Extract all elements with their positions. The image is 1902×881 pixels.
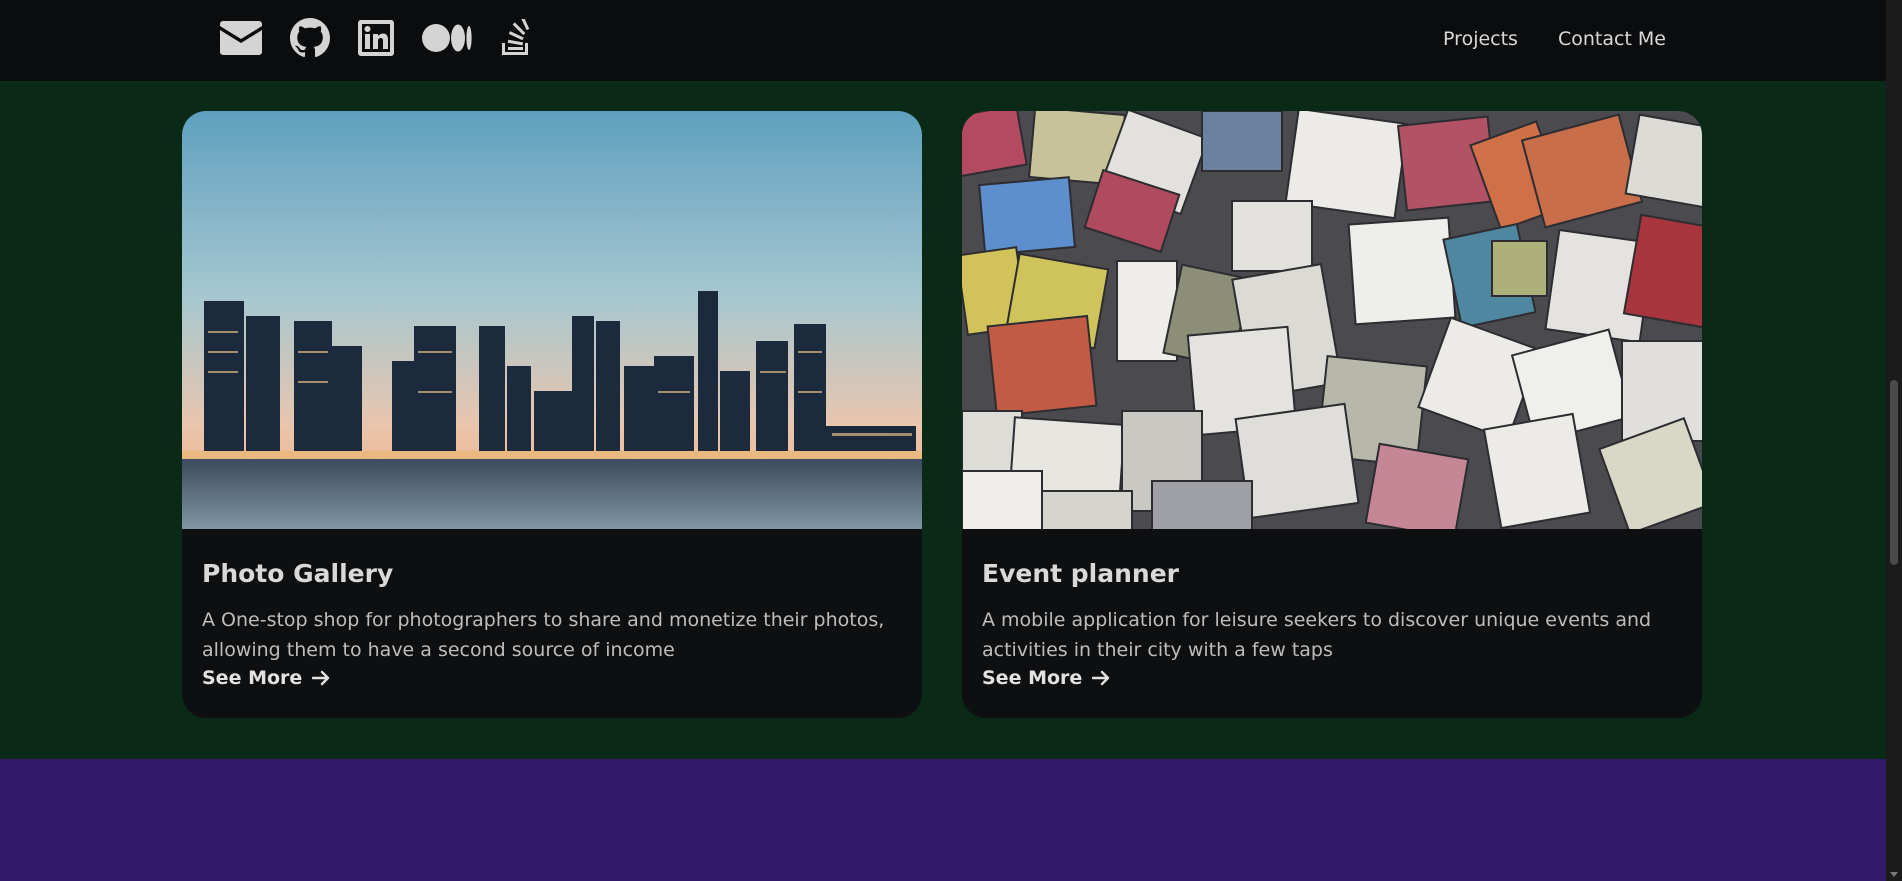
navbar: Projects Contact Me (0, 0, 1886, 82)
next-section (0, 759, 1886, 881)
stackoverflow-icon[interactable] (500, 19, 532, 57)
page-scrollbar[interactable] (1886, 0, 1902, 881)
project-description: A mobile application for leisure seekers… (982, 609, 1652, 661)
social-links (220, 18, 532, 58)
project-title: Photo Gallery (202, 559, 394, 588)
scrollbar-thumb[interactable] (1890, 380, 1898, 565)
nav-link-projects[interactable]: Projects (1443, 28, 1518, 50)
scroll-down-arrow-icon[interactable] (1890, 872, 1898, 877)
project-title: Event planner (982, 559, 1179, 588)
colorful-chalk-blocks-photo (962, 111, 1702, 529)
nav-links: Projects Contact Me (1443, 28, 1666, 50)
see-more-label: See More (202, 667, 303, 689)
project-card-photo-gallery: Photo Gallery A One-stop shop for photog… (182, 111, 922, 718)
city-skyline-photo (182, 111, 922, 529)
linkedin-icon[interactable] (358, 20, 394, 56)
see-more-link[interactable]: See More (202, 667, 330, 689)
project-card-event-planner: Event planner A mobile application for l… (962, 111, 1702, 718)
github-icon[interactable] (290, 18, 330, 58)
see-more-link[interactable]: See More (982, 667, 1110, 689)
arrow-right-icon (312, 670, 330, 686)
project-description: A One-stop shop for photographers to sha… (202, 609, 885, 661)
medium-icon[interactable] (422, 23, 472, 53)
arrow-right-icon (1092, 670, 1110, 686)
see-more-label: See More (982, 667, 1083, 689)
nav-link-contact-me[interactable]: Contact Me (1558, 28, 1666, 50)
mail-icon[interactable] (220, 21, 262, 55)
